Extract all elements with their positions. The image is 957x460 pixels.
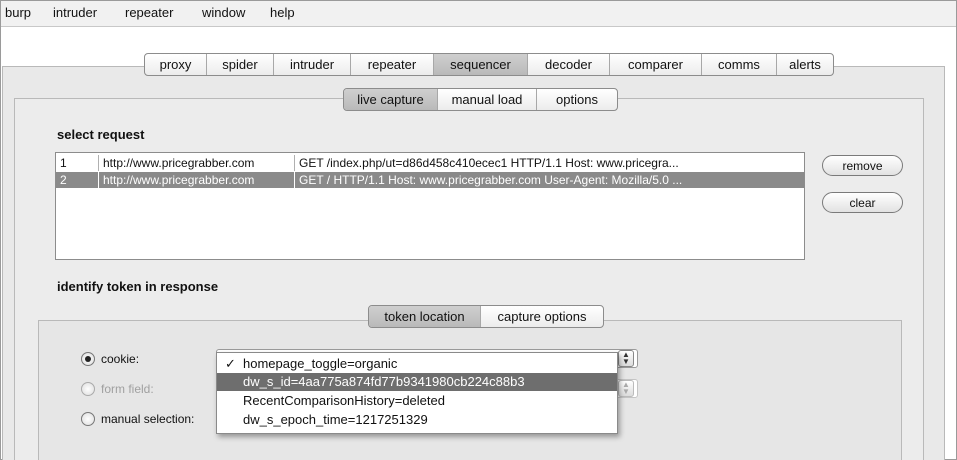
tab-options[interactable]: options xyxy=(537,89,617,110)
column-divider xyxy=(294,155,295,171)
clear-button[interactable]: clear xyxy=(822,192,903,213)
tab-spider[interactable]: spider xyxy=(207,54,274,75)
tab-live-capture[interactable]: live capture xyxy=(344,89,438,110)
request-list[interactable]: 1 http://www.pricegrabber.com GET /index… xyxy=(55,152,805,260)
tab-repeater[interactable]: repeater xyxy=(351,54,434,75)
tab-capture-options[interactable]: capture options xyxy=(481,306,603,327)
cookie-option[interactable]: cookie: xyxy=(81,352,139,366)
column-divider xyxy=(98,155,99,171)
cookie-dropdown-menu: ✓ homepage_toggle=organic dw_s_id=4aa775… xyxy=(216,352,618,434)
request-row[interactable]: 1 http://www.pricegrabber.com GET /index… xyxy=(56,155,804,171)
menu-window[interactable]: window xyxy=(202,5,245,20)
cookie-label: cookie: xyxy=(101,352,140,366)
tab-decoder[interactable]: decoder xyxy=(528,54,610,75)
tab-comparer[interactable]: comparer xyxy=(610,54,702,75)
dropdown-item-label: homepage_toggle=organic xyxy=(243,356,398,371)
identify-token-heading: identify token in response xyxy=(57,279,219,294)
request-host: http://www.pricegrabber.com xyxy=(103,156,255,170)
dropdown-item-label: RecentComparisonHistory=deleted xyxy=(243,393,445,408)
dropdown-item[interactable]: dw_s_epoch_time=1217251329 xyxy=(217,411,617,429)
column-divider xyxy=(98,172,99,188)
menu-help[interactable]: help xyxy=(270,5,295,20)
main-tab-bar: proxy spider intruder repeater sequencer… xyxy=(144,53,834,76)
tab-proxy[interactable]: proxy xyxy=(145,54,207,75)
token-tab-bar: token location capture options xyxy=(368,305,604,328)
menu-repeater[interactable]: repeater xyxy=(125,5,173,20)
form-field-label: form field: xyxy=(101,382,154,396)
form-field-select-arrows-icon[interactable]: ▲ ▼ xyxy=(618,380,634,397)
tab-comms[interactable]: comms xyxy=(702,54,777,75)
dropdown-item-label: dw_s_id=4aa775a874fd77b9341980cb224c88b3 xyxy=(243,374,525,389)
form-field-option[interactable]: form field: xyxy=(81,382,154,396)
menu-burp[interactable]: burp xyxy=(5,5,31,20)
form-field-radio[interactable] xyxy=(81,382,95,396)
dropdown-item[interactable]: RecentComparisonHistory=deleted xyxy=(217,392,617,410)
dropdown-item-highlighted[interactable]: dw_s_id=4aa775a874fd77b9341980cb224c88b3 xyxy=(217,373,617,391)
sequencer-tab-bar: live capture manual load options xyxy=(343,88,618,111)
tab-token-location[interactable]: token location xyxy=(369,306,481,327)
menubar: burp intruder repeater window help xyxy=(1,1,956,27)
tab-intruder[interactable]: intruder xyxy=(274,54,351,75)
request-number: 1 xyxy=(60,156,67,170)
dropdown-item-label: dw_s_epoch_time=1217251329 xyxy=(243,412,428,427)
check-icon: ✓ xyxy=(225,356,236,371)
tab-alerts[interactable]: alerts xyxy=(777,54,833,75)
tab-sequencer[interactable]: sequencer xyxy=(434,54,528,75)
request-number: 2 xyxy=(60,173,67,187)
request-host: http://www.pricegrabber.com xyxy=(103,173,255,187)
menu-intruder[interactable]: intruder xyxy=(53,5,97,20)
request-text: GET / HTTP/1.1 Host: www.pricegrabber.co… xyxy=(299,173,683,187)
manual-selection-radio[interactable] xyxy=(81,412,95,426)
select-request-heading: select request xyxy=(57,127,145,142)
column-divider xyxy=(294,172,295,188)
dropdown-item[interactable]: ✓ homepage_toggle=organic xyxy=(217,355,617,373)
request-row-selected[interactable]: 2 http://www.pricegrabber.com GET / HTTP… xyxy=(56,172,804,188)
manual-selection-option[interactable]: manual selection: xyxy=(81,412,194,426)
tab-manual-load[interactable]: manual load xyxy=(438,89,537,110)
cookie-radio[interactable] xyxy=(81,352,95,366)
cookie-select-arrows-icon[interactable]: ▲ ▼ xyxy=(618,350,634,367)
manual-selection-label: manual selection: xyxy=(101,412,195,426)
request-text: GET /index.php/ut=d86d458c410ecec1 HTTP/… xyxy=(299,156,679,170)
remove-button[interactable]: remove xyxy=(822,155,903,176)
